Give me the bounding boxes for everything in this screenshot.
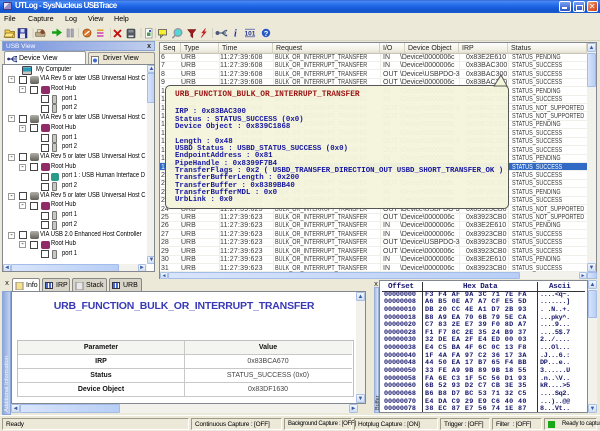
svg-text:i: i xyxy=(234,29,237,40)
svg-text:?: ? xyxy=(264,29,269,38)
